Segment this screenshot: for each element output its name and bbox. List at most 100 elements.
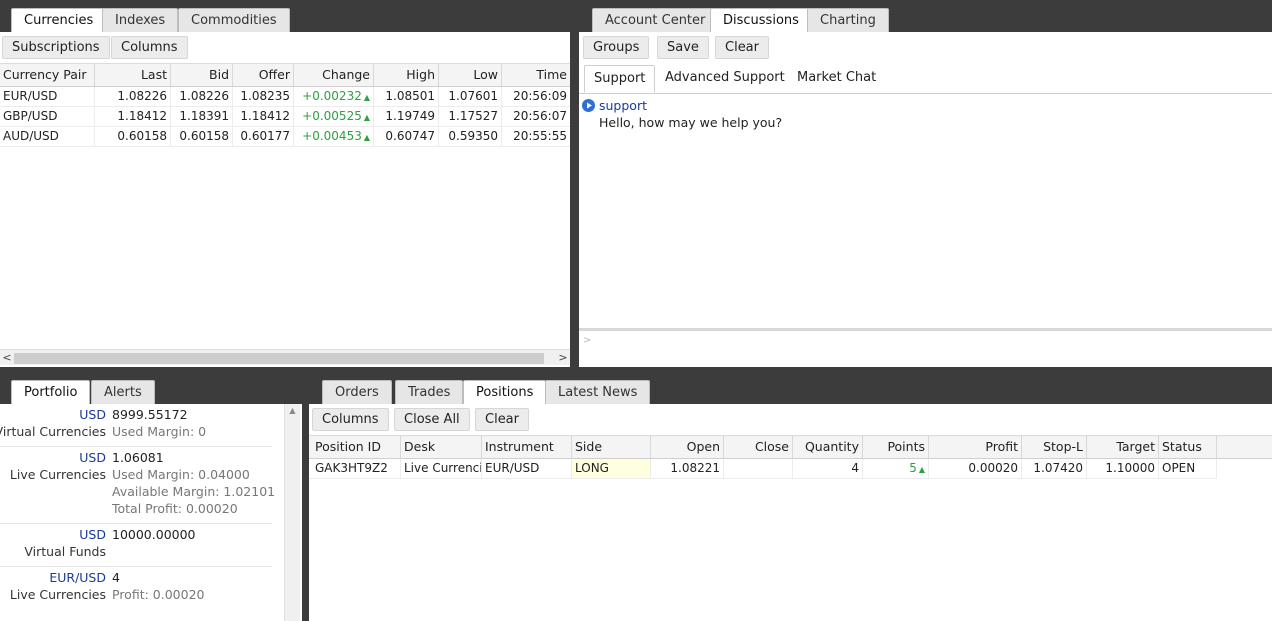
col-profit[interactable]: Profit [929, 436, 1022, 458]
subtab-support[interactable]: Support [584, 65, 656, 93]
cell-close [724, 459, 793, 478]
play-icon [582, 99, 595, 112]
col-currency-pair[interactable]: Currency Pair [0, 64, 95, 86]
cell-pair: AUD/USD [0, 127, 95, 146]
tab-account-center[interactable]: Account Center [592, 8, 719, 32]
portfolio-label: Live Currencies [9, 467, 106, 482]
cell-change: +0.00525 ▲ [294, 107, 374, 126]
clear-button[interactable]: Clear [475, 408, 529, 431]
portfolio-tabbar: Portfolio Alerts [0, 372, 302, 404]
cell-high: 1.08501 [374, 87, 439, 106]
cell-bid: 1.08226 [171, 87, 233, 106]
tab-orders[interactable]: Orders [322, 380, 392, 404]
columns-button[interactable]: Columns [111, 36, 188, 59]
tab-alerts[interactable]: Alerts [91, 380, 155, 404]
tab-currencies[interactable]: Currencies [11, 8, 107, 32]
table-row[interactable]: EUR/USD 1.08226 1.08226 1.08235 +0.00232… [0, 87, 570, 107]
tab-indexes[interactable]: Indexes [102, 8, 179, 32]
col-high[interactable]: High [374, 64, 439, 86]
col-change[interactable]: Change [294, 64, 374, 86]
cell-low: 1.17527 [439, 107, 502, 126]
col-status[interactable]: Status [1159, 436, 1217, 458]
col-stop-loss[interactable]: Stop-L [1022, 436, 1087, 458]
portfolio-detail: Available Margin: 1.02101 [112, 484, 276, 499]
list-item[interactable]: USD 1.06081 Live Currencies Used Margin:… [0, 447, 276, 524]
chat-input[interactable]: > [579, 331, 1272, 367]
col-close[interactable]: Close [724, 436, 793, 458]
col-time[interactable]: Time [502, 64, 570, 86]
tab-charting[interactable]: Charting [807, 8, 889, 32]
columns-button[interactable]: Columns [312, 408, 389, 431]
col-target[interactable]: Target [1087, 436, 1159, 458]
portfolio-detail: Used Margin: 0 [112, 424, 207, 439]
up-arrow-icon: ▲ [363, 113, 370, 122]
discussion-subtabs: Support Advanced Support Market Chat [579, 62, 1272, 94]
save-button[interactable]: Save [657, 36, 709, 59]
col-bid[interactable]: Bid [171, 64, 233, 86]
close-all-button[interactable]: Close All [394, 408, 470, 431]
up-arrow-icon: ▲ [918, 465, 925, 474]
cell-instrument: EUR/USD [482, 459, 572, 478]
cell-bid: 0.60158 [171, 127, 233, 146]
clear-button[interactable]: Clear [715, 36, 769, 59]
list-item[interactable]: USD 10000.00000 Virtual Funds [0, 524, 272, 567]
discussions-panel: Account Center Discussions Charting Grou… [579, 0, 1272, 367]
scroll-up-icon[interactable]: ▲ [285, 406, 300, 415]
col-desk[interactable]: Desk [401, 436, 482, 458]
cell-time: 20:56:07 [513, 109, 567, 123]
horizontal-scrollbar[interactable]: < > [0, 349, 570, 365]
col-quantity[interactable]: Quantity [793, 436, 863, 458]
col-side[interactable]: Side [572, 436, 651, 458]
groups-button[interactable]: Groups [583, 36, 650, 59]
tab-commodities[interactable]: Commodities [178, 8, 290, 32]
table-row[interactable]: GAK3HT9Z2 Live Currencies EUR/USD LONG 1… [309, 459, 1217, 479]
table-row[interactable]: AUD/USD 0.60158 0.60158 0.60177 +0.00453… [0, 127, 570, 147]
tab-trades[interactable]: Trades [395, 380, 464, 404]
up-arrow-icon: ▲ [363, 93, 370, 102]
chat-text: Hello, how may we help you? [599, 115, 783, 130]
col-instrument[interactable]: Instrument [482, 436, 572, 458]
col-last[interactable]: Last [95, 64, 171, 86]
list-item[interactable]: USD 8999.55172 Virtual Currencies Used M… [0, 404, 272, 447]
cell-open: 1.08221 [651, 459, 724, 478]
col-open[interactable]: Open [651, 436, 724, 458]
cell-pair: GBP/USD [0, 107, 95, 126]
cell-offer: 1.08235 [233, 87, 294, 106]
cell-stop-loss: 1.07420 [1022, 459, 1087, 478]
portfolio-amount: 8999.55172 [112, 407, 188, 422]
cell-change: +0.00453 ▲ [294, 127, 374, 146]
tab-positions[interactable]: Positions [463, 380, 547, 404]
tab-portfolio[interactable]: Portfolio [11, 380, 91, 404]
portfolio-list: USD 8999.55172 Virtual Currencies Used M… [0, 404, 285, 621]
subtab-market-chat[interactable]: Market Chat [788, 65, 885, 93]
cell-target: 1.10000 [1087, 459, 1159, 478]
currencies-grid-header: Currency Pair Last Bid Offer Change High… [0, 63, 570, 87]
cell-profit: 0.00020 [929, 459, 1022, 478]
subtab-advanced-support[interactable]: Advanced Support [656, 65, 794, 93]
tab-latest-news[interactable]: Latest News [545, 380, 651, 404]
portfolio-panel: Portfolio Alerts USD 8999.55172 Virtual … [0, 372, 302, 621]
input-prompt: > [583, 335, 592, 346]
cell-high: 1.19749 [374, 107, 439, 126]
currencies-grid: Currency Pair Last Bid Offer Change High… [0, 63, 570, 347]
portfolio-amount: 10000.00000 [112, 527, 196, 542]
tab-discussions[interactable]: Discussions [710, 8, 812, 32]
col-low[interactable]: Low [439, 64, 502, 86]
col-offer[interactable]: Offer [233, 64, 294, 86]
vertical-scrollbar[interactable]: ▲ [284, 404, 300, 621]
subscriptions-button[interactable]: Subscriptions [2, 36, 110, 59]
scroll-left-icon[interactable]: < [0, 350, 14, 366]
currencies-tabbar: Currencies Indexes Commodities [0, 0, 570, 32]
cell-last: 0.60158 [95, 127, 171, 146]
list-item[interactable]: EUR/USD 4 Live Currencies Profit: 0.0002… [0, 567, 272, 610]
col-position-id[interactable]: Position ID [312, 436, 401, 458]
scroll-right-icon[interactable]: > [556, 350, 570, 366]
col-points[interactable]: Points [863, 436, 929, 458]
discussions-content: Groups Save Clear Support Advanced Suppo… [579, 32, 1272, 367]
scrollbar-thumb[interactable] [14, 353, 544, 364]
change-value: +0.00232 [302, 89, 362, 103]
cell-offer: 1.18412 [233, 107, 294, 126]
portfolio-currency: EUR/USD [49, 570, 106, 585]
cell-offer: 0.60177 [233, 127, 294, 146]
table-row[interactable]: GBP/USD 1.18412 1.18391 1.18412 +0.00525… [0, 107, 570, 127]
